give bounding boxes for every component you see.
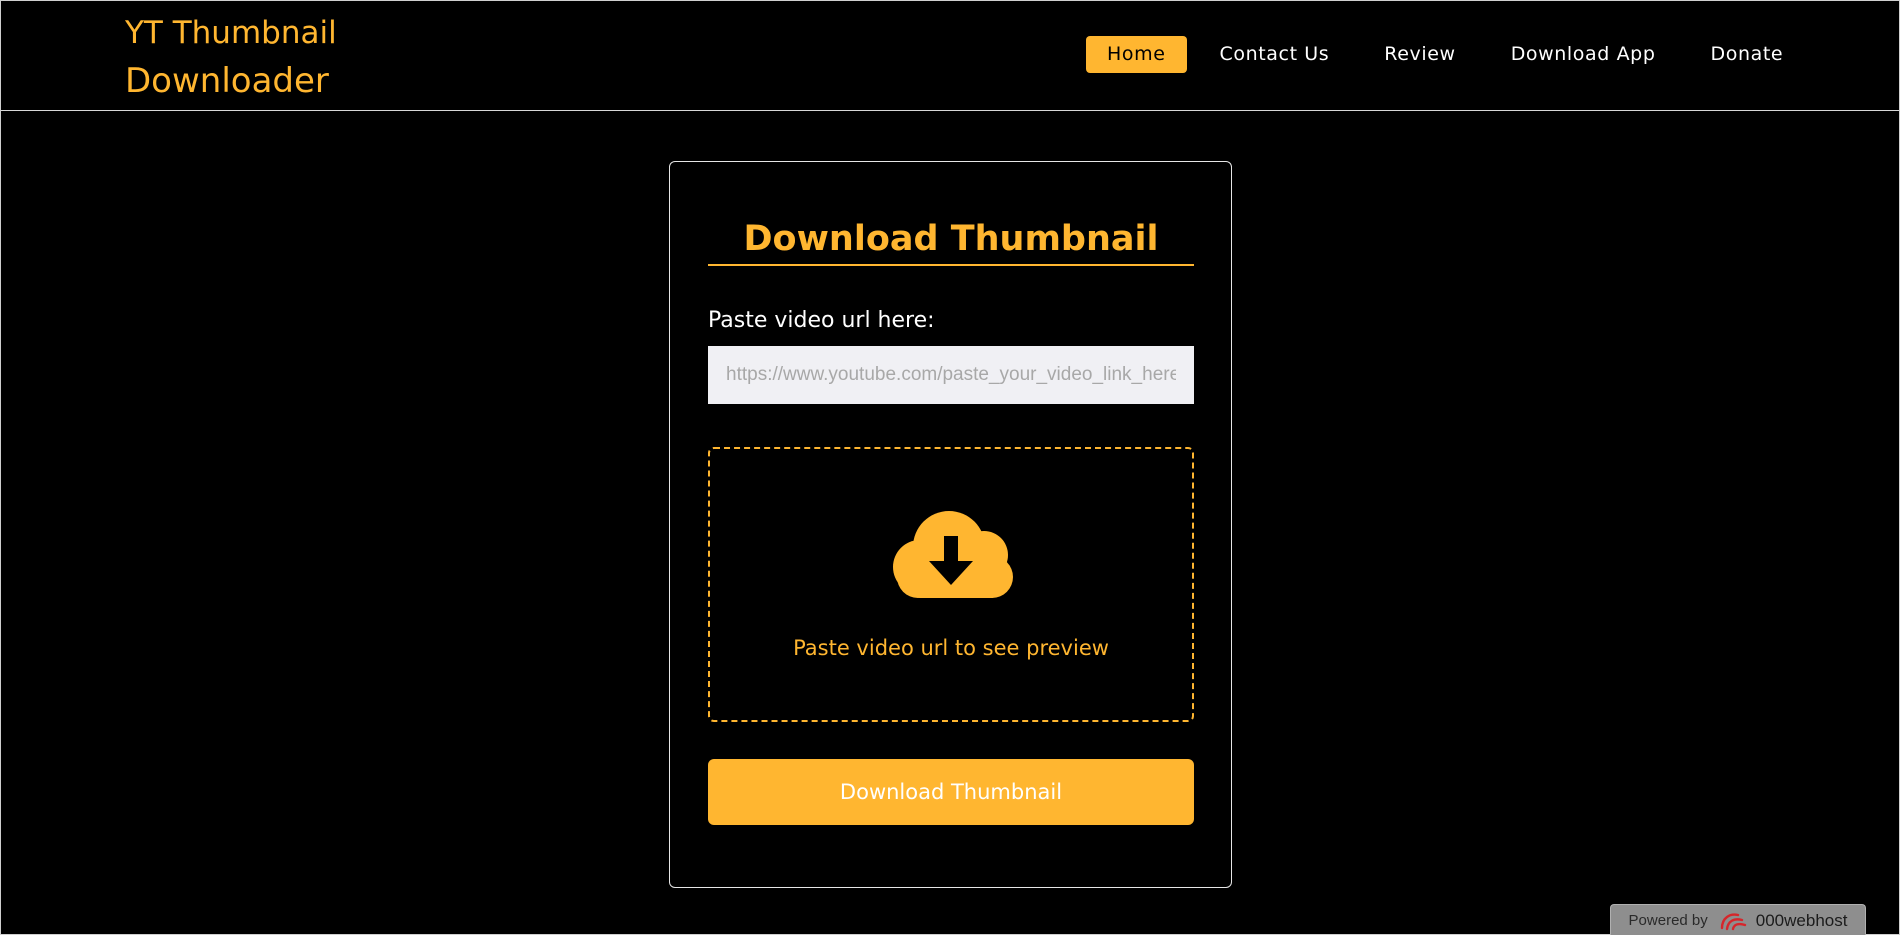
- preview-area: Paste video url to see preview: [708, 447, 1194, 722]
- download-thumbnail-button[interactable]: Download Thumbnail: [708, 759, 1194, 825]
- nav-donate[interactable]: Donate: [1689, 36, 1806, 73]
- powered-by-label: Powered by: [1628, 912, 1708, 929]
- download-card: Download Thumbnail Paste video url here:…: [669, 161, 1232, 888]
- nav-home[interactable]: Home: [1086, 36, 1187, 73]
- cloud-download-icon: [893, 511, 1013, 598]
- logo-line-2: Downloader: [125, 61, 329, 101]
- main-nav: Home Contact Us Review Download App Dona…: [1086, 36, 1816, 73]
- page: YT Thumbnail Downloader Home Contact Us …: [0, 0, 1900, 935]
- nav-download-app[interactable]: Download App: [1489, 36, 1678, 73]
- powered-by-badge[interactable]: Powered by 000webhost: [1610, 904, 1866, 935]
- site-logo[interactable]: YT Thumbnail Downloader: [125, 9, 337, 105]
- card-title: Download Thumbnail: [708, 214, 1194, 266]
- preview-placeholder-text: Paste video url to see preview: [793, 636, 1109, 660]
- powered-by-brand: 000webhost: [1755, 910, 1848, 930]
- video-url-input[interactable]: [708, 346, 1194, 404]
- nav-contact-us[interactable]: Contact Us: [1198, 36, 1352, 73]
- nav-review[interactable]: Review: [1362, 36, 1477, 73]
- site-header: YT Thumbnail Downloader Home Contact Us …: [1, 1, 1899, 111]
- logo-line-1: YT Thumbnail: [125, 15, 337, 51]
- 000webhost-logo-icon: [1720, 912, 1746, 930]
- url-label: Paste video url here:: [708, 308, 935, 333]
